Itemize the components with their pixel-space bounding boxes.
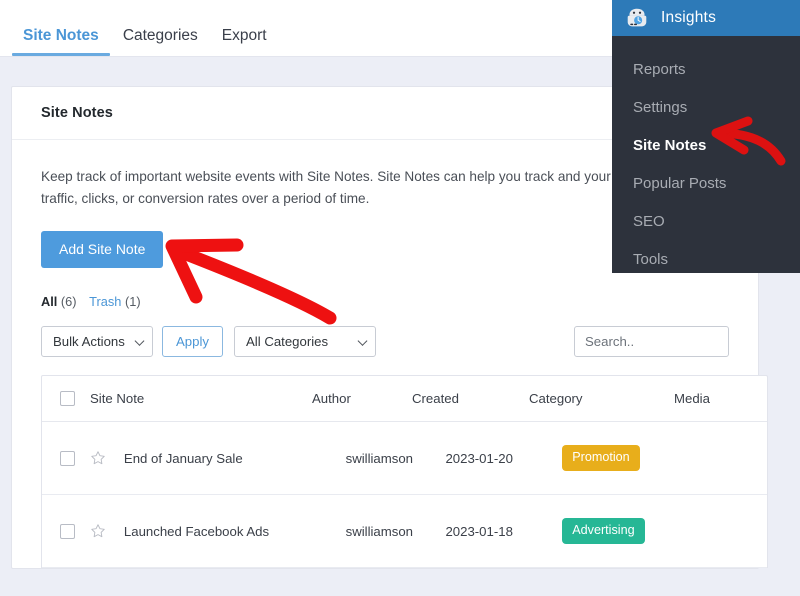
row-category-cell: Advertising bbox=[562, 518, 707, 544]
admin-menu-title: Insights bbox=[661, 9, 716, 27]
admin-menu-item-label: SEO bbox=[633, 213, 665, 230]
row-select-cell bbox=[42, 524, 90, 539]
row-category-cell: Promotion bbox=[562, 445, 707, 471]
column-header-media[interactable]: Media bbox=[674, 391, 734, 406]
table-row: Launched Facebook Ads swilliamson 2023-0… bbox=[42, 495, 767, 568]
admin-menu-item-reports[interactable]: Reports bbox=[612, 50, 800, 88]
tab-site-notes-label: Site Notes bbox=[23, 27, 99, 44]
admin-menu-item-tools[interactable]: Tools bbox=[612, 240, 800, 278]
admin-menu-item-label: Settings bbox=[633, 99, 687, 116]
card-description: Keep track of important website events w… bbox=[41, 166, 701, 210]
tab-export-label: Export bbox=[222, 27, 267, 44]
row-created-date: 2023-01-18 bbox=[445, 524, 562, 539]
status-link-all[interactable]: All bbox=[41, 294, 57, 309]
row-note-title[interactable]: End of January Sale bbox=[124, 451, 346, 466]
admin-menu-item-settings[interactable]: Settings bbox=[612, 88, 800, 126]
search-input[interactable] bbox=[574, 326, 729, 357]
admin-menu-item-label: Reports bbox=[633, 61, 686, 78]
admin-menu-header[interactable]: Insights bbox=[612, 0, 800, 36]
categories-filter-label: All Categories bbox=[246, 334, 328, 349]
row-created-date: 2023-01-20 bbox=[445, 451, 562, 466]
star-icon[interactable] bbox=[90, 523, 106, 539]
add-site-note-button[interactable]: Add Site Note bbox=[41, 231, 163, 268]
category-badge[interactable]: Promotion bbox=[562, 445, 639, 471]
admin-menu-items: Reports Settings Site Notes Popular Post… bbox=[612, 36, 800, 278]
star-icon[interactable] bbox=[90, 450, 106, 466]
row-note-title[interactable]: Launched Facebook Ads bbox=[124, 524, 346, 539]
row-author: swilliamson bbox=[346, 524, 446, 539]
row-favorite-cell bbox=[90, 523, 124, 539]
status-link-all-count: (6) bbox=[61, 294, 77, 309]
admin-menu-item-popular-posts[interactable]: Popular Posts bbox=[612, 164, 800, 202]
admin-menu-item-label: Site Notes bbox=[633, 137, 706, 154]
chevron-down-icon bbox=[358, 336, 368, 346]
tab-site-notes[interactable]: Site Notes bbox=[11, 28, 111, 57]
admin-menu: Insights Reports Settings Site Notes Pop… bbox=[612, 0, 800, 273]
admin-menu-item-site-notes[interactable]: Site Notes bbox=[612, 126, 800, 164]
admin-menu-item-label: Tools bbox=[633, 251, 668, 268]
page-title: Site Notes bbox=[41, 105, 113, 121]
tab-categories-label: Categories bbox=[123, 27, 198, 44]
categories-filter-select[interactable]: All Categories bbox=[234, 326, 376, 357]
row-checkbox[interactable] bbox=[60, 524, 75, 539]
tab-categories[interactable]: Categories bbox=[111, 28, 210, 57]
table-row: End of January Sale swilliamson 2023-01-… bbox=[42, 422, 767, 495]
bulk-actions-select[interactable]: Bulk Actions bbox=[41, 326, 153, 357]
bulk-actions-label: Bulk Actions bbox=[53, 334, 125, 349]
table-header-row: Site Note Author Created Category Media bbox=[42, 376, 767, 422]
chevron-down-icon bbox=[135, 336, 145, 346]
apply-button[interactable]: Apply bbox=[162, 326, 223, 357]
admin-menu-item-label: Popular Posts bbox=[633, 175, 726, 192]
select-all-cell bbox=[42, 391, 90, 406]
status-link-trash[interactable]: Trash bbox=[89, 294, 121, 309]
column-header-category[interactable]: Category bbox=[529, 391, 674, 406]
site-notes-table: Site Note Author Created Category Media bbox=[41, 375, 768, 568]
status-link-trash-count: (1) bbox=[125, 294, 141, 309]
category-badge[interactable]: Advertising bbox=[562, 518, 644, 544]
filter-toolbar: Bulk Actions Apply All Categories bbox=[41, 326, 729, 357]
row-author: swilliamson bbox=[346, 451, 446, 466]
column-header-site-note[interactable]: Site Note bbox=[90, 391, 312, 406]
row-checkbox[interactable] bbox=[60, 451, 75, 466]
row-select-cell bbox=[42, 451, 90, 466]
column-header-created[interactable]: Created bbox=[412, 391, 529, 406]
monsterinsights-logo-icon bbox=[625, 6, 649, 30]
row-favorite-cell bbox=[90, 450, 124, 466]
admin-menu-item-seo[interactable]: SEO bbox=[612, 202, 800, 240]
tab-export[interactable]: Export bbox=[210, 28, 279, 57]
status-links: All (6) Trash (1) bbox=[41, 294, 729, 309]
column-header-author[interactable]: Author bbox=[312, 391, 412, 406]
select-all-checkbox[interactable] bbox=[60, 391, 75, 406]
page-root: Site Notes Categories Export Site Notes … bbox=[0, 0, 800, 596]
